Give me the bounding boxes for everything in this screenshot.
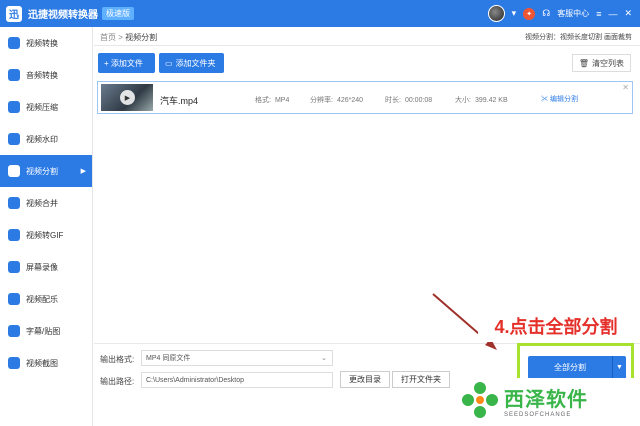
edition-badge: 极速版 [102, 7, 134, 20]
edit-split-label: 编辑分割 [549, 96, 578, 103]
file-name: 汽车.mp4 [160, 96, 199, 106]
remove-file-icon[interactable]: ✕ [622, 83, 629, 92]
sidebar-item-label: 视频配乐 [26, 294, 58, 304]
close-icon[interactable]: ✕ [624, 8, 632, 19]
size-label: 大小: [455, 97, 471, 104]
video-gif-icon [8, 229, 20, 241]
duration-label: 时长: [385, 97, 401, 104]
breadcrumb-home[interactable]: 首页 [100, 33, 116, 42]
sidebar-item-label: 视频转换 [26, 38, 58, 48]
sidebar-item-4[interactable]: 视频分割 ▶ [0, 155, 92, 187]
chevron-down-icon[interactable]: ▼ [612, 356, 626, 379]
format-label: 格式: [255, 97, 271, 104]
video-screenshot-icon [8, 357, 20, 369]
output-format-select[interactable]: MP4 同原文件 ⌄ [141, 350, 333, 366]
minimize-icon[interactable]: — [608, 9, 617, 19]
sidebar: 视频转换音频转换视频压缩视频水印视频分割 ▶ 视频合并视频转GIF 屏幕录像视频配乐字… [0, 27, 93, 426]
add-file-label: + 添加文件 [104, 58, 143, 68]
file-size: 大小: 399.42 KB [455, 95, 508, 105]
breadcrumb-current: 视频分割 [125, 33, 158, 42]
sidebar-item-2[interactable]: 视频压缩 [0, 91, 92, 123]
file-duration: 时长: 00:00:08 [385, 95, 432, 105]
annotation-label: 4.点击全部分割 [478, 310, 634, 342]
folder-icon: ▭ [165, 58, 173, 68]
file-resolution: 分辨率: 426*240 [310, 95, 363, 105]
title-bar: 迅 迅捷视频转换器 极速版 ▾ ✦ ☊ 客服中心 ≡ — ✕ [0, 0, 640, 27]
sidebar-item-0[interactable]: 视频转换 [0, 27, 92, 59]
add-folder-button[interactable]: ▭ 添加文件夹 [159, 53, 224, 73]
open-folder-button[interactable]: 打开文件夹 [392, 371, 450, 388]
resolution-value: 426*240 [336, 97, 364, 104]
play-icon[interactable]: ▶ [120, 90, 135, 105]
video-convert-icon [8, 37, 20, 49]
chevron-right-icon: ▶ [80, 168, 86, 175]
breadcrumb-sep: > [118, 33, 123, 42]
watermark-subtitle: SEEDSOFCHANGE [504, 411, 572, 418]
sidebar-item-10[interactable]: 视频截图 [0, 347, 92, 379]
service-center-link[interactable]: 客服中心 [557, 8, 589, 19]
subtitle-icon [8, 325, 20, 337]
avatar[interactable] [487, 5, 505, 22]
divider [94, 45, 640, 46]
video-compress-icon [8, 101, 20, 113]
size-value: 399.42 KB [474, 97, 508, 104]
output-format-value: MP4 同原文件 [146, 355, 191, 362]
chevron-down-icon[interactable]: ▾ [512, 8, 517, 19]
sidebar-item-label: 视频压缩 [26, 102, 58, 112]
duration-value: 00:00:08 [404, 97, 433, 104]
sidebar-item-3[interactable]: 视频水印 [0, 123, 92, 155]
sidebar-item-label: 视频水印 [26, 134, 58, 144]
file-format: 格式: MP4 [255, 95, 289, 105]
add-file-button[interactable]: + 添加文件 [98, 53, 155, 73]
sidebar-item-label: 屏幕录像 [26, 262, 58, 272]
sidebar-item-label: 音频转换 [26, 70, 58, 80]
sidebar-item-1[interactable]: 音频转换 [0, 59, 92, 91]
add-folder-label: 添加文件夹 [175, 58, 216, 68]
sidebar-item-label: 视频分割 [26, 166, 58, 176]
scissors-icon: ✂ [541, 96, 550, 103]
app-logo-icon: 迅 [6, 5, 22, 22]
edit-split-button[interactable]: ✂ 编辑分割 [541, 94, 578, 104]
change-dir-button[interactable]: 更改目录 [340, 371, 390, 388]
video-thumbnail[interactable]: ▶ [101, 84, 153, 111]
sidebar-item-8[interactable]: 视频配乐 [0, 283, 92, 315]
split-mode-links[interactable]: 视频分割：视频长度切割 画面裁剪 [525, 32, 632, 42]
chevron-down-icon: ⌄ [321, 355, 327, 362]
watermark-title: 西泽软件 [504, 388, 588, 411]
resolution-label: 分辨率: [310, 97, 333, 104]
seedsofchange-logo-icon [462, 382, 498, 418]
sidebar-item-label: 视频截图 [26, 358, 58, 368]
split-all-button[interactable]: 全部分割 ▼ [528, 356, 626, 379]
sidebar-item-5[interactable]: 视频合并 [0, 187, 92, 219]
sidebar-item-label: 视频转GIF [26, 230, 64, 240]
output-path-field[interactable]: C:\Users\Administrator\Desktop [141, 372, 333, 388]
breadcrumb: 首页 > 视频分割 [100, 32, 157, 43]
sidebar-item-6[interactable]: 视频转GIF [0, 219, 92, 251]
headset-icon[interactable]: ☊ [542, 8, 550, 19]
video-watermark-icon [8, 133, 20, 145]
clear-list-button[interactable]: 🗑 清空列表 [571, 54, 631, 72]
sidebar-item-7[interactable]: 屏幕录像 [0, 251, 92, 283]
trash-icon: 🗑 [578, 58, 589, 68]
video-merge-icon [8, 197, 20, 209]
split-all-label: 全部分割 [554, 363, 586, 372]
video-split-icon [8, 165, 20, 177]
vip-icon[interactable]: ✦ [523, 7, 536, 20]
output-format-label: 输出格式: [100, 355, 135, 364]
sidebar-item-label: 字幕/贴图 [26, 326, 61, 336]
watermark: 西泽软件 SEEDSOFCHANGE [460, 378, 635, 422]
audio-convert-icon [8, 69, 20, 81]
sidebar-item-9[interactable]: 字幕/贴图 [0, 315, 92, 347]
format-value: MP4 [274, 97, 290, 104]
video-music-icon [8, 293, 20, 305]
app-title: 迅捷视频转换器 [28, 10, 98, 21]
clear-list-label: 清空列表 [592, 58, 624, 68]
sidebar-item-label: 视频合并 [26, 198, 58, 208]
file-row[interactable]: ▶ 汽车.mp4 格式: MP4 分辨率: 426*240 时长: 00:00:08 … [97, 81, 633, 114]
screen-record-icon [8, 261, 20, 273]
output-path-label: 输出路径: [100, 377, 135, 386]
menu-icon[interactable]: ≡ [596, 9, 601, 19]
